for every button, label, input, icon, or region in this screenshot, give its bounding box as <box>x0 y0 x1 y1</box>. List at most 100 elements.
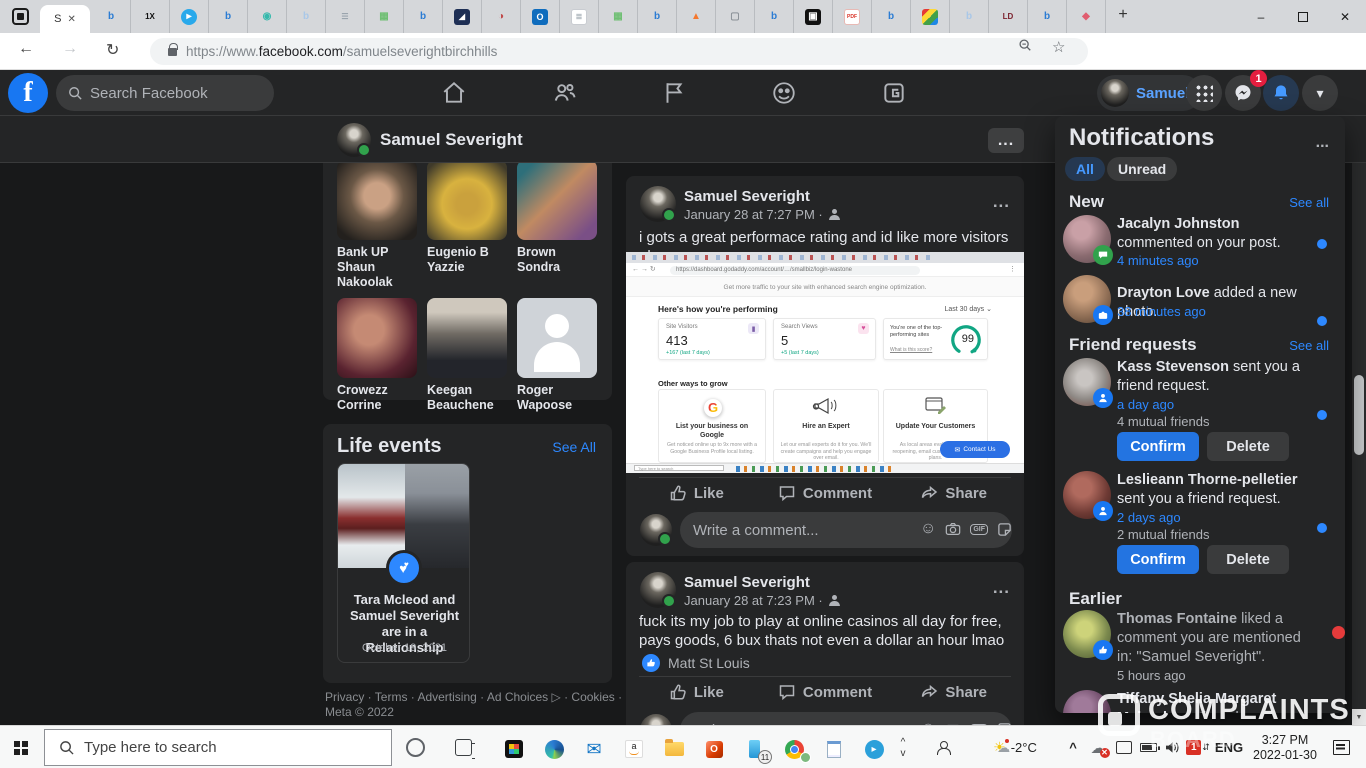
forward-button[interactable]: → <box>62 40 78 58</box>
browser-tab[interactable]: b <box>404 0 443 33</box>
delete-button[interactable]: Delete <box>1207 545 1289 574</box>
avatar[interactable] <box>337 123 371 157</box>
friend-tile[interactable]: Brown Sondra <box>517 160 597 290</box>
scrollbar-thumb[interactable] <box>1354 375 1364 455</box>
apps-menu-button[interactable] <box>1186 75 1222 111</box>
emoji-icon[interactable]: ☺ <box>920 520 936 538</box>
browser-tab[interactable]: b <box>755 0 794 33</box>
nav-groups-icon[interactable] <box>771 80 797 106</box>
refresh-button[interactable]: ↻ <box>106 40 119 60</box>
comment-button[interactable]: Comment <box>761 479 890 507</box>
like-button[interactable]: Like <box>632 479 761 507</box>
browser-tab[interactable]: ≣ <box>560 0 599 33</box>
people-button[interactable] <box>928 726 958 768</box>
browser-tab[interactable]: ▦ <box>365 0 404 33</box>
nav-pages-flag-icon[interactable] <box>661 80 687 106</box>
profile-more-button[interactable]: ... <box>988 128 1024 153</box>
facebook-logo[interactable]: f <box>8 73 48 113</box>
page-url[interactable]: https://www.facebook.com/samuelseveright… <box>186 44 497 59</box>
tab-close-icon[interactable]: ✕ <box>67 14 75 25</box>
account-menu-button[interactable]: ▾ <box>1302 75 1338 111</box>
window-restore-button[interactable] <box>1282 0 1324 33</box>
notification-item[interactable]: Jacalyn Johnston commented on your post.… <box>1061 213 1339 271</box>
taskbar-app-explorer[interactable] <box>654 734 694 764</box>
zoom-out-icon[interactable] <box>1018 38 1032 55</box>
browser-tab[interactable]: ▲ <box>677 0 716 33</box>
share-button[interactable]: Share <box>889 678 1018 706</box>
taskbar-app-phone[interactable]: 11 <box>734 734 774 764</box>
friend-tile[interactable]: Bank UP Shaun Nakoolak <box>337 160 417 290</box>
confirm-button[interactable]: Confirm <box>1117 432 1199 461</box>
browser-tab[interactable]: b <box>872 0 911 33</box>
tray-expand-chevron[interactable]: ^ <box>1062 726 1084 768</box>
post-menu-button[interactable]: ... <box>993 578 1010 598</box>
comment-button[interactable]: Comment <box>761 678 890 706</box>
gif-icon[interactable]: GIF <box>970 524 988 535</box>
language-indicator[interactable]: ENG <box>1212 726 1246 768</box>
task-view-button[interactable] <box>455 739 472 756</box>
add-favorite-icon[interactable]: ☆ <box>1052 38 1065 56</box>
camera-icon[interactable] <box>945 522 961 536</box>
friend-tile[interactable]: Eugenio B Yazzie <box>427 160 507 290</box>
cortana-button[interactable] <box>406 738 425 757</box>
tablet-mode-icon[interactable] <box>1112 726 1136 768</box>
browser-tab[interactable]: ▣ <box>794 0 833 33</box>
post-image-dashboard-screenshot[interactable]: ← → ↻ https://dashboard.godaddy.com/acco… <box>626 252 1024 473</box>
browser-tab[interactable]: ▸ <box>170 0 209 33</box>
taskbar-app-amazon[interactable]: a <box>614 734 654 764</box>
browser-tab[interactable]: LD <box>989 0 1028 33</box>
browser-tab[interactable]: ◑ <box>482 0 521 33</box>
facebook-search-input[interactable]: Search Facebook <box>56 75 274 111</box>
browser-tab[interactable]: ◉ <box>248 0 287 33</box>
address-bar[interactable]: https://www.facebook.com/samuelseveright… <box>150 38 1088 65</box>
notifications-button[interactable] <box>1263 75 1299 111</box>
notification-item[interactable]: Tiffany Shelia Margaret Mcleod mentioned… <box>1061 688 1339 713</box>
post-timestamp[interactable]: January 28 at 7:23 PM · <box>684 593 840 608</box>
tab-all[interactable]: All <box>1065 157 1105 181</box>
new-tab-button[interactable]: + <box>1112 6 1134 24</box>
post-author-name[interactable]: Samuel Severight <box>684 574 810 591</box>
window-minimize-button[interactable]: – <box>1240 0 1282 33</box>
browser-tab[interactable]: ▦ <box>911 0 950 33</box>
friend-photo[interactable] <box>427 298 507 378</box>
taskbar-search-input[interactable]: Type here to search <box>44 729 392 766</box>
friend-photo[interactable] <box>517 160 597 240</box>
scroll-down-arrow[interactable]: ▼ <box>1352 709 1366 725</box>
friend-photo[interactable] <box>337 298 417 378</box>
post-reactions[interactable]: Matt St Louis <box>642 654 750 672</box>
browser-tab-active[interactable]: S ✕ <box>40 5 90 33</box>
browser-tab[interactable]: ▦ <box>599 0 638 33</box>
browser-tab[interactable]: ☰ <box>326 0 365 33</box>
friend-tile[interactable]: Roger Wapoose <box>517 298 597 415</box>
page-scrollbar[interactable]: ▲ ▼ <box>1352 70 1366 725</box>
browser-tab[interactable]: 1X <box>131 0 170 33</box>
confirm-button[interactable]: Confirm <box>1117 545 1199 574</box>
post-author-name[interactable]: Samuel Severight <box>684 188 810 205</box>
life-events-see-all-link[interactable]: See All <box>552 439 596 455</box>
post-menu-button[interactable]: ... <box>993 192 1010 212</box>
onedrive-error-icon[interactable]: ☁ <box>1086 726 1110 768</box>
battery-icon[interactable] <box>1136 726 1160 768</box>
friend-photo[interactable] <box>427 160 507 240</box>
notification-item[interactable]: Drayton Love added a new photo. 38 minut… <box>1061 273 1339 331</box>
window-close-button[interactable]: ✕ <box>1324 0 1366 33</box>
friend-request-item[interactable]: Kass Stevenson sent you a friend request… <box>1061 356 1339 461</box>
default-avatar-silhouette[interactable] <box>517 298 597 378</box>
taskbar-scroll-arrows[interactable]: ^v <box>893 726 913 768</box>
browser-tab[interactable]: b <box>287 0 326 33</box>
notification-item[interactable]: Thomas Fontaine liked a comment you are … <box>1061 608 1339 686</box>
taskbar-app-telegram[interactable]: ▸ <box>854 734 894 764</box>
browser-tab[interactable]: b <box>1028 0 1067 33</box>
sticker-icon[interactable] <box>997 522 1012 537</box>
clock[interactable]: 3:27 PM2022-01-30 <box>1248 726 1322 768</box>
nav-gaming-icon[interactable] <box>881 80 907 106</box>
start-button[interactable] <box>14 741 20 747</box>
page-footer-links[interactable]: Privacy · Terms · Advertising · Ad Choic… <box>325 690 660 704</box>
friend-tile[interactable]: Crowezz Corrine <box>337 298 417 415</box>
delete-button[interactable]: Delete <box>1207 432 1289 461</box>
action-center-button[interactable] <box>1324 726 1358 768</box>
see-all-link[interactable]: See all <box>1289 338 1329 353</box>
taskbar-app-chrome[interactable] <box>774 734 814 764</box>
browser-tab[interactable]: ◢ <box>443 0 482 33</box>
see-all-link[interactable]: See all <box>1289 195 1329 210</box>
